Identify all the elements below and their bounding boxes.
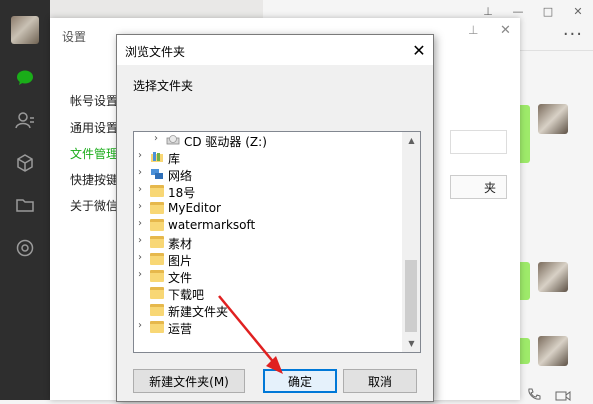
folder-icon[interactable] [15,195,35,215]
chat-avatar[interactable] [538,336,568,366]
ok-button[interactable]: 确定 [263,369,337,393]
collections-cube-icon[interactable] [15,153,35,173]
tree-item-label: 文件 [168,271,193,285]
tree-item[interactable]: › 运营 [134,319,402,336]
chevron-right-icon[interactable]: › [138,218,142,229]
cancel-button[interactable]: 取消 [343,369,417,393]
maximize-icon[interactable]: □ [533,0,563,22]
cd-drive-icon [166,134,180,146]
menu-general-settings[interactable]: 通用设置 [70,119,118,136]
tree-item-label: 18号 [168,186,196,200]
menu-file-management[interactable]: 文件管理 [70,145,118,162]
file-path-field[interactable] [450,130,507,154]
tree-item[interactable]: › CD 驱动器 (Z:) [134,132,402,149]
folder-tree[interactable]: › CD 驱动器 (Z:) › 库 › 网络 › 18号 › MyEditor … [133,131,421,353]
chevron-right-icon[interactable]: › [138,320,142,331]
network-icon [150,168,164,180]
browse-folder-dialog: 浏览文件夹 ✕ 选择文件夹 › CD 驱动器 (Z:) › 库 › 网络 › 1… [116,34,434,402]
folder-icon [150,219,164,231]
folder-icon [150,236,164,248]
folder-icon [150,321,164,333]
chat-avatar[interactable] [538,262,568,292]
tree-item-label: 下载吧 [168,288,205,302]
chat-icon[interactable] [15,68,35,88]
folder-icon [150,253,164,265]
menu-about-wechat[interactable]: 关于微信 [70,197,118,214]
tree-item-label: 库 [168,152,181,166]
pin-icon[interactable]: ⊥ [468,23,478,37]
new-folder-button[interactable]: 新建文件夹(M) [133,369,245,393]
chevron-right-icon[interactable]: › [154,133,158,144]
chevron-right-icon[interactable]: › [138,252,142,263]
tree-item-label: 图片 [168,254,193,268]
chevron-right-icon[interactable]: › [138,235,142,246]
menu-shortcut-keys[interactable]: 快捷按键 [70,171,118,188]
tree-item[interactable]: › 文件 [134,268,402,285]
scroll-up-icon[interactable]: ▲ [403,132,420,149]
tree-item-label: 新建文件夹 [168,305,229,319]
chevron-right-icon[interactable]: › [138,167,142,178]
menu-account-settings[interactable]: 帐号设置 [70,92,118,109]
chevron-right-icon[interactable]: › [138,201,142,212]
tree-item-label: watermarksoft [168,218,256,232]
folder-icon [150,202,164,214]
tree-item[interactable]: 下载吧 [134,285,402,302]
tree-item[interactable]: › MyEditor [134,200,402,217]
close-icon[interactable]: ✕ [500,23,511,38]
library-icon [150,151,164,163]
video-call-icon[interactable] [555,390,571,404]
tree-item-label: 素材 [168,237,193,251]
tree-item-label: MyEditor [168,201,221,215]
close-icon[interactable]: ✕ [563,0,593,22]
avatar[interactable] [11,16,39,44]
wechat-sidebar [0,0,50,400]
tree-item[interactable]: › 网络 [134,166,402,183]
close-icon[interactable]: ✕ [405,37,433,63]
more-options-icon[interactable]: ··· [563,24,583,45]
folder-icon [150,270,164,282]
tree-item[interactable]: 新建文件夹 [134,302,402,319]
tree-item[interactable]: › 库 [134,149,402,166]
chevron-right-icon[interactable]: › [138,150,142,161]
dialog-titlebar: 浏览文件夹 ✕ [117,35,433,65]
tree-item[interactable]: › 图片 [134,251,402,268]
dialog-prompt: 选择文件夹 [133,79,194,93]
tree-item[interactable]: › 18号 [134,183,402,200]
voice-call-icon[interactable] [527,388,541,403]
tree-item-label: 网络 [168,169,193,183]
scroll-thumb[interactable] [405,260,417,332]
folder-icon [150,287,164,299]
chat-avatar[interactable] [538,104,568,134]
folder-icon [150,185,164,197]
chevron-right-icon[interactable]: › [138,184,142,195]
scroll-down-icon[interactable]: ▼ [403,335,420,352]
dialog-title: 浏览文件夹 [125,45,186,59]
chevron-right-icon[interactable]: › [138,269,142,280]
change-folder-button[interactable]: 夹 [450,175,507,199]
tree-item-label: CD 驱动器 (Z:) [184,135,267,149]
change-folder-button-label: 夹 [484,181,497,195]
settings-title: 设置 [62,30,87,44]
tree-item-label: 运营 [168,322,193,336]
moments-icon[interactable] [15,238,35,258]
tree-item[interactable]: › 素材 [134,234,402,251]
folder-icon [150,304,164,316]
contacts-icon[interactable] [15,110,35,130]
tree-item[interactable]: › watermarksoft [134,217,402,234]
vertical-scrollbar[interactable]: ▲ ▼ [402,132,420,352]
